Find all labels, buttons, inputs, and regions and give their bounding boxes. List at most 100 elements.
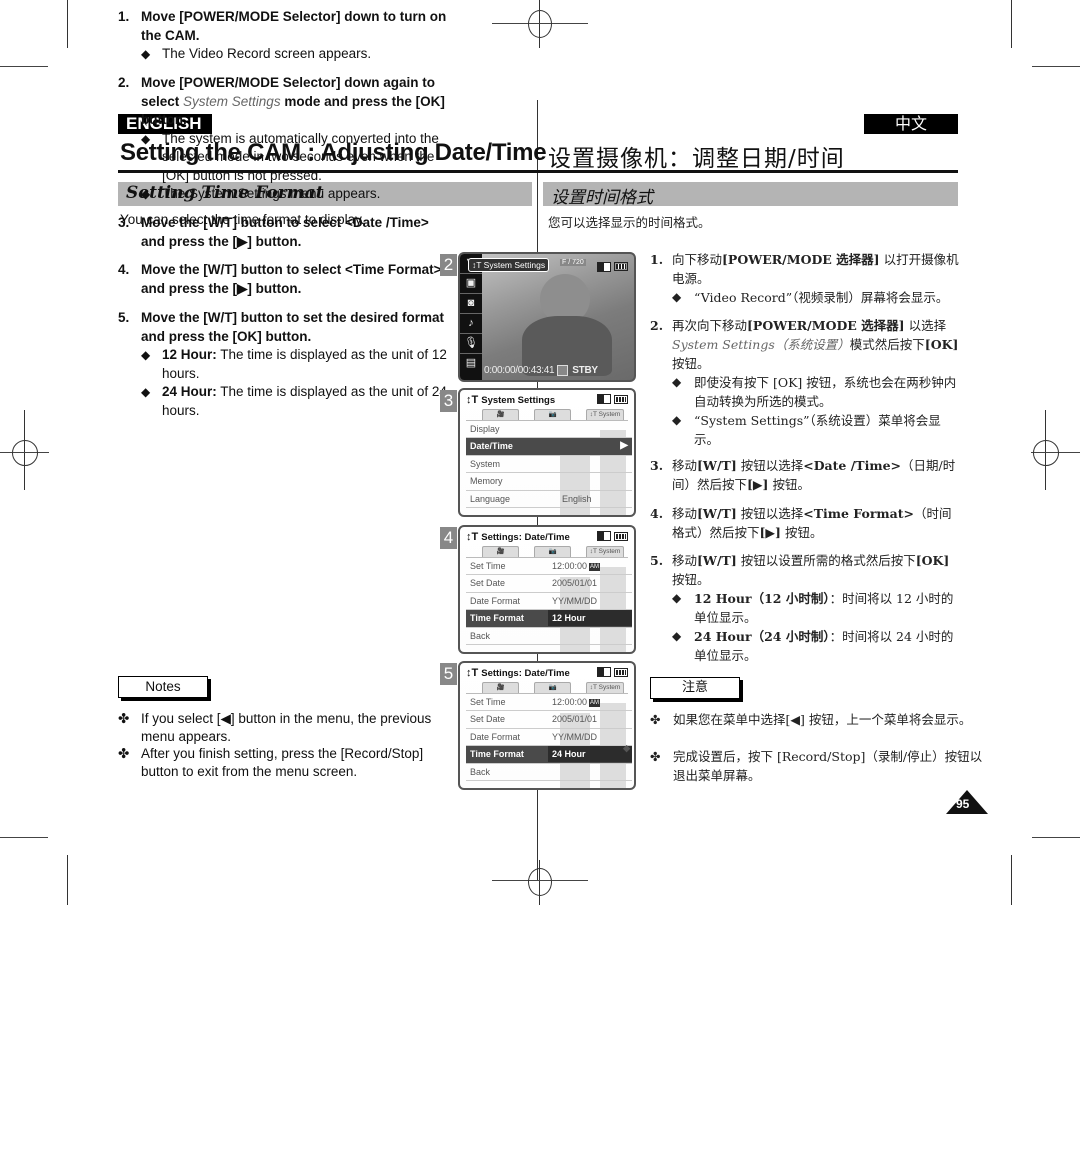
bullet-text: The system is automatically converted in… (162, 130, 439, 183)
mode-name: System Settings (183, 93, 281, 109)
step-text-part: 移动 (672, 553, 698, 568)
page-title-zh: 设置摄像机：调整日期/时间 (548, 146, 845, 172)
menu-item-label: Back (470, 766, 491, 777)
note-item-zh: ✤ 完成设置后，按下 [Record/Stop]（录制/停止）按钮以退出菜单屏幕。 (650, 747, 983, 785)
menu-title-text: Settings: Date/Time (481, 532, 570, 543)
step-number: 3. (118, 215, 130, 230)
clover-bullet-icon: ✤ (118, 746, 130, 761)
step-3-zh: 3. 移动[W/T] 按钮以选择<Date /Time>（日期/时间）然后按下[… (650, 456, 960, 494)
menu-item-date-time[interactable]: Date/Time ▶ (466, 438, 632, 456)
menu-item-label: Time Format (470, 749, 524, 760)
time-value: 12:00:00 (552, 697, 588, 707)
tab-photo[interactable]: 📷 (534, 409, 571, 420)
menu-tabs: 🎥 📷 ↕T System (482, 409, 624, 420)
menu-item-set-date[interactable]: Set Date 2005/01/01 (466, 575, 632, 593)
step-text-part: [W/T] (697, 553, 737, 568)
menu-item-date-format[interactable]: Date Format YY/MM/DD (466, 729, 632, 747)
step-bullet: ◆ The system is automatically converted i… (141, 130, 448, 186)
registration-mark (12, 440, 38, 466)
diamond-bullet-icon: ◆ (141, 131, 151, 146)
bullet-term: 12 Hour（12 小时制） (694, 591, 830, 606)
menu-list: Set Time 12:00:00 AM Set Date 2005/01/01 Da… (466, 558, 632, 645)
menu-item-label: Set Date (470, 578, 506, 589)
step-text-part: <Time Format> (803, 506, 914, 521)
time-value: 12:00:00 (552, 561, 588, 571)
step-text: Move [POWER/MODE Selector] down again to… (141, 74, 448, 130)
tab-video[interactable]: 🎥 (482, 546, 519, 557)
tab-video[interactable]: 🎥 (482, 682, 519, 693)
up-down-arrows-icon[interactable]: ◆ (623, 740, 630, 756)
step-text-part: 按钮。 (672, 572, 710, 587)
step-number: 5. (118, 310, 130, 325)
step-bullet: ◆ 24 Hour: The time is displayed as the u… (141, 383, 448, 420)
tab-system[interactable]: ↕T System (586, 409, 624, 420)
step-number: 2. (650, 318, 664, 333)
note-item-en: ✤ If you select [◀] button in the menu, t… (118, 710, 461, 746)
notes-label-zh: 注意 (650, 677, 740, 699)
menu-item-set-date[interactable]: Set Date 2005/01/01 (466, 711, 632, 729)
diamond-bullet-icon: ◆ (672, 290, 682, 304)
menu-item-system[interactable]: System (466, 456, 632, 474)
step-number: 2. (118, 75, 130, 90)
menu-item-memory[interactable]: Memory (466, 473, 632, 491)
step-text-part: 按钮。 (780, 525, 823, 540)
menu-item-label: Memory (470, 476, 503, 487)
step-text: 移动[W/T] 按钮以设置所需的格式然后按下[OK] 按钮。 (672, 551, 960, 589)
menu-item-language[interactable]: Language English (466, 491, 632, 508)
music-note-icon[interactable]: ♪ (460, 314, 482, 334)
tab-video[interactable]: 🎥 (482, 409, 519, 420)
note-item-en: ✤ After you finish setting, press the [Re… (118, 745, 461, 781)
step-bullet: ◆ “System Settings”（系统设置）菜单将会显示。 (672, 411, 960, 449)
menu-item-back[interactable]: Back (466, 628, 632, 645)
section-header-zh: 设置时间格式 (543, 182, 958, 208)
language-badge-chinese: 中文 (864, 114, 958, 134)
page-number-badge: 95 (946, 790, 988, 814)
step-text-part: 按钮以选择 (736, 506, 804, 521)
menu-item-label: Set Time (470, 561, 506, 571)
timecode: 0:00:00/00:43:41 STBY (484, 364, 598, 376)
mode-name: System Settings（系统设置） (672, 337, 850, 352)
note-text: 完成设置后，按下 [Record/Stop]（录制/停止）按钮以退出菜单屏幕。 (673, 749, 983, 783)
menu-item-label: Date/Time (470, 441, 513, 452)
menu-item-date-format[interactable]: Date Format YY/MM/DD (466, 593, 632, 611)
memory-card-icon (597, 394, 611, 404)
menu-title: ↕T System Settings (466, 394, 555, 406)
menu-item-value: YY/MM/DD (552, 731, 597, 742)
menu-title: ↕T Settings: Date/Time (466, 667, 570, 679)
system-settings-mode-label: ↕T System Settings (468, 258, 550, 272)
menu-item-time-format[interactable]: Time Format 12 Hour (466, 610, 632, 628)
memory-card-icon (597, 667, 611, 677)
step-text-part: 按钮。 (672, 356, 710, 371)
microphone-icon[interactable]: 🎙 (460, 334, 482, 354)
step-text-part: [POWER/MODE 选择器] (747, 318, 905, 333)
crop-mark (1011, 0, 1012, 48)
tab-photo[interactable]: 📷 (534, 546, 571, 557)
note-item-zh: ✤ 如果您在菜单中选择[◀] 按钮，上一个菜单将会显示。 (650, 710, 983, 729)
camera-icon[interactable]: ◙ (460, 294, 482, 314)
bullet-term: 12 Hour: (162, 347, 217, 362)
menu-item-set-time[interactable]: Set Time 12:00:00 AM (466, 558, 632, 576)
step-text-part: 再次向下移动 (672, 318, 748, 333)
notes-label-en: Notes (118, 676, 208, 698)
step-text: Move [POWER/MODE Selector] down to turn … (141, 9, 447, 43)
menu-item-back[interactable]: Back (466, 764, 632, 781)
registration-mark (1033, 440, 1059, 466)
step-number: 1. (650, 252, 664, 267)
screenshot-number: 3 (440, 390, 457, 412)
file-icon[interactable]: ▤ (460, 354, 482, 373)
diamond-bullet-icon: ◆ (672, 375, 682, 389)
diamond-bullet-icon: ◆ (141, 47, 151, 61)
menu-item-set-time[interactable]: Set Time 12:00:00 AM (466, 694, 632, 712)
video-camera-icon[interactable]: ▣ (460, 274, 482, 294)
crop-mark (1032, 66, 1080, 67)
step-bullet: ◆ The Video Record screen appears. (141, 45, 448, 64)
tab-photo[interactable]: 📷 (534, 682, 571, 693)
memory-card-icon (597, 531, 611, 541)
tab-system[interactable]: ↕T System (586, 682, 624, 693)
menu-item-display[interactable]: Display (466, 421, 632, 439)
screenshot-system-settings: ↕T System Settings 🎥 📷 ↕T System Display … (458, 388, 636, 517)
menu-item-label: Language (470, 493, 511, 504)
menu-item-time-format[interactable]: Time Format 24 Hour ◆ (466, 743, 632, 764)
tab-system[interactable]: ↕T System (586, 546, 624, 557)
mode-label-text: System Settings (483, 260, 546, 270)
